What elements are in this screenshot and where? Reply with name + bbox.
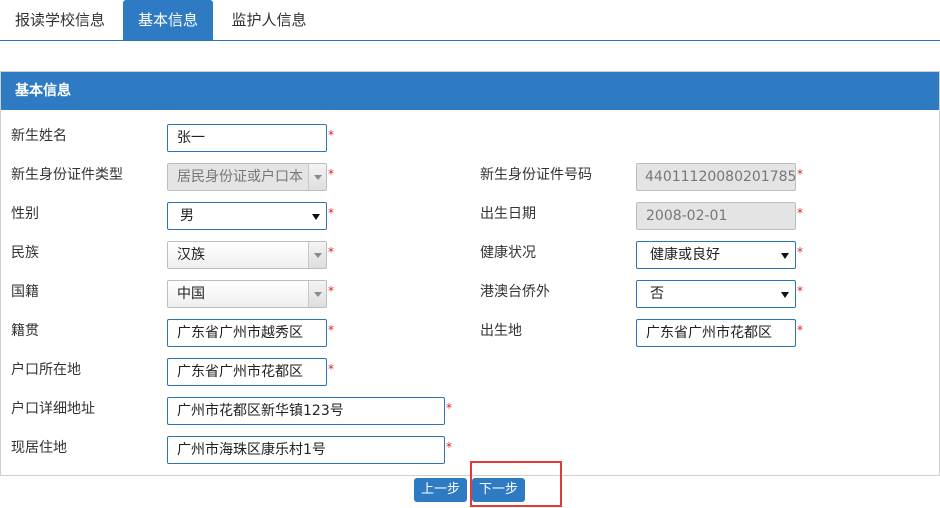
- hukou-address-label: 户口详细地址: [11, 401, 95, 417]
- hukou-location-label: 户口所在地: [11, 362, 81, 378]
- overseas-label: 港澳台侨外: [480, 284, 550, 300]
- dropdown-arrow-icon: [312, 214, 320, 220]
- native-place-input[interactable]: 广东省广州市越秀区: [167, 319, 327, 347]
- highlight-box: [470, 461, 562, 507]
- hukou-location-input[interactable]: 广东省广州市花都区: [167, 358, 327, 386]
- tab-bar: 报读学校信息 基本信息 监护人信息: [0, 0, 940, 41]
- required-mark: *: [797, 206, 803, 220]
- dropdown-arrow-icon: [308, 281, 326, 307]
- required-mark: *: [446, 440, 452, 454]
- ethnicity-label: 民族: [11, 245, 39, 261]
- id-number-input[interactable]: 440111200802017852: [636, 163, 796, 191]
- health-select[interactable]: 健康或良好: [636, 241, 796, 269]
- required-mark: *: [328, 128, 334, 142]
- ethnicity-value: 汉族: [177, 247, 205, 263]
- gender-label: 性别: [11, 206, 39, 222]
- current-address-input[interactable]: 广州市海珠区康乐村1号: [167, 436, 445, 464]
- panel-title: 基本信息: [1, 72, 939, 110]
- id-type-label: 新生身份证件类型: [11, 167, 123, 183]
- hukou-address-input[interactable]: 广州市花都区新华镇123号: [167, 397, 445, 425]
- native-place-label: 籍贯: [11, 323, 39, 339]
- nationality-label: 国籍: [11, 284, 39, 300]
- required-mark: *: [328, 206, 334, 220]
- dropdown-arrow-icon: [781, 253, 789, 259]
- birthplace-input[interactable]: 广东省广州市花都区: [636, 319, 796, 347]
- tab-school-info[interactable]: 报读学校信息: [0, 0, 120, 40]
- dropdown-arrow-icon: [308, 242, 326, 268]
- required-mark: *: [328, 362, 334, 376]
- tab-basic-info[interactable]: 基本信息: [123, 0, 213, 40]
- required-mark: *: [328, 167, 334, 181]
- gender-value: 男: [180, 208, 194, 224]
- id-number-label: 新生身份证件号码: [480, 167, 592, 183]
- birthplace-label: 出生地: [480, 323, 522, 339]
- name-label: 新生姓名: [11, 128, 67, 144]
- required-mark: *: [328, 323, 334, 337]
- required-mark: *: [797, 284, 803, 298]
- required-mark: *: [797, 167, 803, 181]
- required-mark: *: [797, 245, 803, 259]
- health-value: 健康或良好: [650, 247, 720, 263]
- current-address-label: 现居住地: [11, 440, 67, 456]
- id-type-select[interactable]: 居民身份证或户口本: [167, 163, 327, 191]
- health-label: 健康状况: [480, 245, 536, 261]
- id-type-value: 居民身份证或户口本: [177, 169, 303, 185]
- birth-date-input[interactable]: 2008-02-01: [636, 202, 796, 230]
- nationality-select[interactable]: 中国: [167, 280, 327, 308]
- gender-select[interactable]: 男: [167, 202, 327, 230]
- required-mark: *: [328, 245, 334, 259]
- overseas-value: 否: [650, 286, 664, 302]
- overseas-select[interactable]: 否: [636, 280, 796, 308]
- nationality-value: 中国: [177, 286, 205, 302]
- name-input[interactable]: 张一: [167, 124, 327, 152]
- tab-guardian-info[interactable]: 监护人信息: [219, 0, 319, 40]
- dropdown-arrow-icon: [308, 164, 326, 190]
- required-mark: *: [328, 284, 334, 298]
- ethnicity-select[interactable]: 汉族: [167, 241, 327, 269]
- basic-info-panel: 基本信息: [0, 71, 940, 476]
- dropdown-arrow-icon: [781, 292, 789, 298]
- required-mark: *: [446, 401, 452, 415]
- prev-step-button[interactable]: 上一步: [414, 478, 467, 502]
- birth-date-label: 出生日期: [480, 206, 536, 222]
- required-mark: *: [797, 323, 803, 337]
